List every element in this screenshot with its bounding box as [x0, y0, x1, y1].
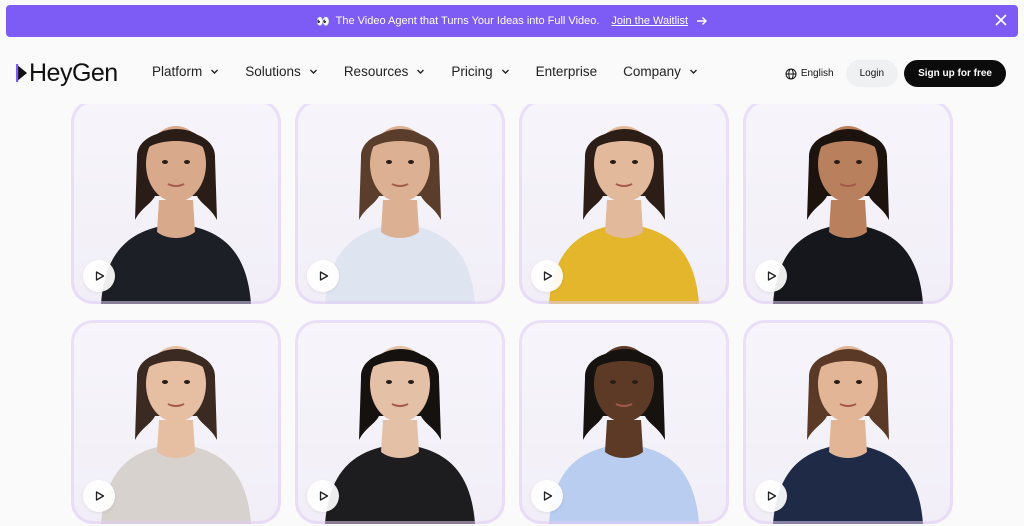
play-button[interactable] — [83, 260, 115, 292]
play-button[interactable] — [531, 260, 563, 292]
play-icon — [95, 491, 105, 501]
avatar-card[interactable] — [295, 100, 505, 304]
chevron-down-icon — [417, 69, 425, 74]
play-button[interactable] — [307, 260, 339, 292]
play-button[interactable] — [755, 260, 787, 292]
nav-item-solutions[interactable]: Solutions — [245, 64, 318, 79]
play-icon — [319, 491, 329, 501]
chevron-down-icon — [211, 69, 219, 74]
avatar-card[interactable] — [519, 320, 729, 524]
avatar-card[interactable] — [743, 100, 953, 304]
nav-item-resources[interactable]: Resources — [344, 64, 426, 79]
heygen-logo[interactable]: HeyGen — [16, 58, 118, 88]
avatar-card[interactable] — [71, 100, 281, 304]
play-button[interactable] — [307, 480, 339, 512]
play-icon — [767, 271, 777, 281]
nav-item-label: Solutions — [245, 64, 301, 79]
language-label: English — [800, 68, 834, 79]
nav-item-label: Pricing — [451, 64, 493, 79]
nav-item-platform[interactable]: Platform — [152, 64, 219, 79]
play-icon — [319, 271, 329, 281]
chevron-down-icon — [689, 69, 697, 74]
logo-text: HeyGen — [29, 58, 118, 87]
site-header: HeyGen Platform Solutions Resources Pricing… — [0, 44, 1024, 104]
login-button[interactable]: Login — [845, 60, 899, 87]
play-button[interactable] — [755, 480, 787, 512]
avatar-card[interactable] — [295, 320, 505, 524]
nav-item-pricing[interactable]: Pricing — [451, 64, 509, 79]
signup-button[interactable]: Sign up for free — [904, 60, 1006, 87]
chevron-down-icon — [309, 69, 317, 74]
nav-item-label: Enterprise — [535, 64, 598, 79]
close-icon[interactable] — [994, 13, 1008, 27]
play-button[interactable] — [83, 480, 115, 512]
nav-item-label: Resources — [343, 64, 409, 79]
join-waitlist-link[interactable]: Join the Waitlist — [611, 15, 688, 27]
announcement-banner: 👀 The Video Agent that Turns Your Ideas … — [6, 5, 1018, 37]
play-icon — [767, 491, 777, 501]
play-icon — [543, 491, 553, 501]
banner-text: The Video Agent that Turns Your Ideas in… — [335, 15, 600, 27]
eyes-emoji: 👀 — [315, 15, 330, 28]
avatar-card[interactable] — [743, 320, 953, 524]
play-icon — [543, 271, 553, 281]
nav-item-label: Company — [623, 64, 681, 79]
main-nav: Platform Solutions Resources Pricing Enterpr… — [152, 64, 724, 79]
nav-item-company[interactable]: Company — [623, 64, 698, 79]
avatar-card[interactable] — [71, 320, 281, 524]
language-selector[interactable]: English — [785, 68, 834, 80]
header-actions: English Login Sign up for free — [785, 60, 1006, 87]
nav-item-enterprise[interactable]: Enterprise — [536, 64, 598, 79]
chevron-down-icon — [501, 69, 509, 74]
logo-play-mark-icon — [16, 64, 27, 82]
nav-item-label: Platform — [152, 64, 203, 79]
play-button[interactable] — [531, 480, 563, 512]
avatar-card[interactable] — [519, 100, 729, 304]
globe-icon — [785, 68, 797, 79]
arrow-right-icon[interactable] — [696, 15, 708, 27]
play-icon — [95, 271, 105, 281]
